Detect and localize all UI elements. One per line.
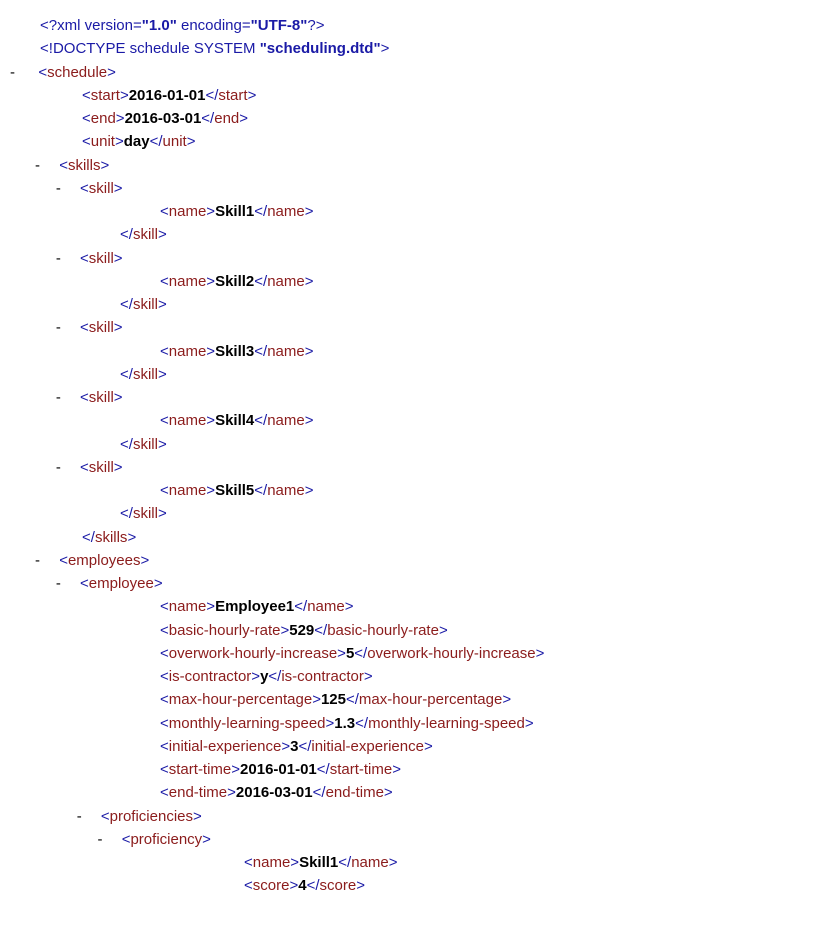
skill-name: <name>Skill3</name> <box>10 340 823 363</box>
end-time: <end-time>2016-03-01</end-time> <box>10 781 823 804</box>
start-element: <start>2016-01-01</start> <box>10 84 823 107</box>
toggle-dash[interactable]: - <box>56 386 76 409</box>
skill-close: </skill> <box>10 293 823 316</box>
toggle-dash[interactable]: - <box>98 828 118 851</box>
skill-name: <name>Skill5</name> <box>10 479 823 502</box>
skill-close: </skill> <box>10 223 823 246</box>
skill-open[interactable]: - <skill> <box>10 386 823 409</box>
skill-open[interactable]: - <skill> <box>10 247 823 270</box>
toggle-dash[interactable]: - <box>56 456 76 479</box>
proficiencies-open[interactable]: - <proficiencies> <box>10 805 823 828</box>
start-time: <start-time>2016-01-01</start-time> <box>10 758 823 781</box>
proficiency-score: <score>4</score> <box>10 874 823 897</box>
skills-open[interactable]: - <skills> <box>10 154 823 177</box>
toggle-dash[interactable]: - <box>35 154 55 177</box>
skill-open[interactable]: - <skill> <box>10 177 823 200</box>
skill-name: <name>Skill1</name> <box>10 200 823 223</box>
employees-open[interactable]: - <employees> <box>10 549 823 572</box>
employee-name: <name>Employee1</name> <box>10 595 823 618</box>
xml-tree-view: <?xml version="1.0" encoding="UTF-8"?> <… <box>10 14 823 898</box>
skills-close: </skills> <box>10 526 823 549</box>
doctype-declaration: <!DOCTYPE schedule SYSTEM "scheduling.dt… <box>10 37 823 60</box>
toggle-dash[interactable]: - <box>77 805 97 828</box>
employee-open[interactable]: - <employee> <box>10 572 823 595</box>
skill-close: </skill> <box>10 433 823 456</box>
toggle-dash[interactable]: - <box>10 61 30 84</box>
skill-name: <name>Skill4</name> <box>10 409 823 432</box>
max-hour-percentage: <max-hour-percentage>125</max-hour-perce… <box>10 688 823 711</box>
skill-name: <name>Skill2</name> <box>10 270 823 293</box>
is-contractor: <is-contractor>y</is-contractor> <box>10 665 823 688</box>
initial-experience: <initial-experience>3</initial-experienc… <box>10 735 823 758</box>
proficiency-name: <name>Skill1</name> <box>10 851 823 874</box>
skill-open[interactable]: - <skill> <box>10 316 823 339</box>
skill-close: </skill> <box>10 502 823 525</box>
xml-declaration: <?xml version="1.0" encoding="UTF-8"?> <box>10 14 823 37</box>
toggle-dash[interactable]: - <box>56 572 76 595</box>
monthly-learning-speed: <monthly-learning-speed>1.3</monthly-lea… <box>10 712 823 735</box>
toggle-dash[interactable]: - <box>56 247 76 270</box>
proficiency-open[interactable]: - <proficiency> <box>10 828 823 851</box>
schedule-open[interactable]: - <schedule> <box>10 61 823 84</box>
overwork-hourly-increase: <overwork-hourly-increase>5</overwork-ho… <box>10 642 823 665</box>
toggle-dash[interactable]: - <box>56 177 76 200</box>
toggle-dash[interactable]: - <box>35 549 55 572</box>
toggle-dash[interactable]: - <box>56 316 76 339</box>
basic-hourly-rate: <basic-hourly-rate>529</basic-hourly-rat… <box>10 619 823 642</box>
skill-open[interactable]: - <skill> <box>10 456 823 479</box>
skill-close: </skill> <box>10 363 823 386</box>
end-element: <end>2016-03-01</end> <box>10 107 823 130</box>
unit-element: <unit>day</unit> <box>10 130 823 153</box>
